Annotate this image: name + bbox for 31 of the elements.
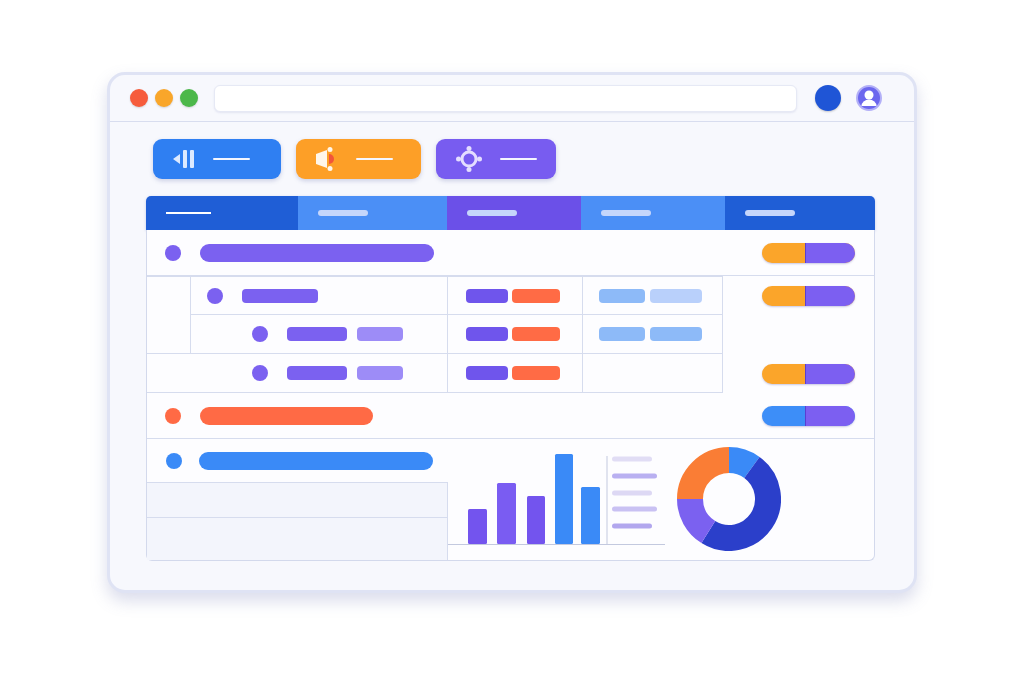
toolbar-button[interactable] (153, 139, 281, 179)
placeholder-bar (357, 327, 403, 341)
placeholder-bar (599, 288, 645, 303)
placeholder-bar (650, 288, 702, 303)
placeholder-bar (466, 366, 508, 380)
placeholder-bar (599, 327, 645, 341)
window-control-icon[interactable] (155, 89, 173, 107)
placeholder-bar (745, 210, 795, 216)
bar-signal-icon (173, 150, 195, 168)
placeholder-bar (650, 327, 702, 341)
placeholder-bar (601, 210, 651, 216)
placeholder-bar (512, 288, 560, 303)
user-avatar-icon[interactable] (856, 85, 882, 111)
placeholder-bar (287, 327, 347, 341)
placeholder-bar (467, 210, 517, 216)
window-control-icon[interactable] (180, 89, 198, 107)
placeholder-bar (287, 366, 347, 380)
placeholder-bar (357, 366, 403, 380)
tab[interactable] (581, 196, 725, 230)
placeholder-bar (466, 288, 508, 303)
toolbar-button[interactable] (296, 139, 421, 179)
placeholder-bar (512, 327, 560, 341)
placeholder-bar (466, 327, 508, 341)
placeholder-bar (512, 366, 560, 380)
window-control-icon[interactable] (130, 89, 148, 107)
tab[interactable] (298, 196, 447, 230)
tab[interactable] (447, 196, 581, 230)
placeholder-bar (318, 210, 368, 216)
toolbar-button[interactable] (436, 139, 556, 179)
tab[interactable] (725, 196, 875, 230)
crosshair-icon (456, 146, 482, 172)
